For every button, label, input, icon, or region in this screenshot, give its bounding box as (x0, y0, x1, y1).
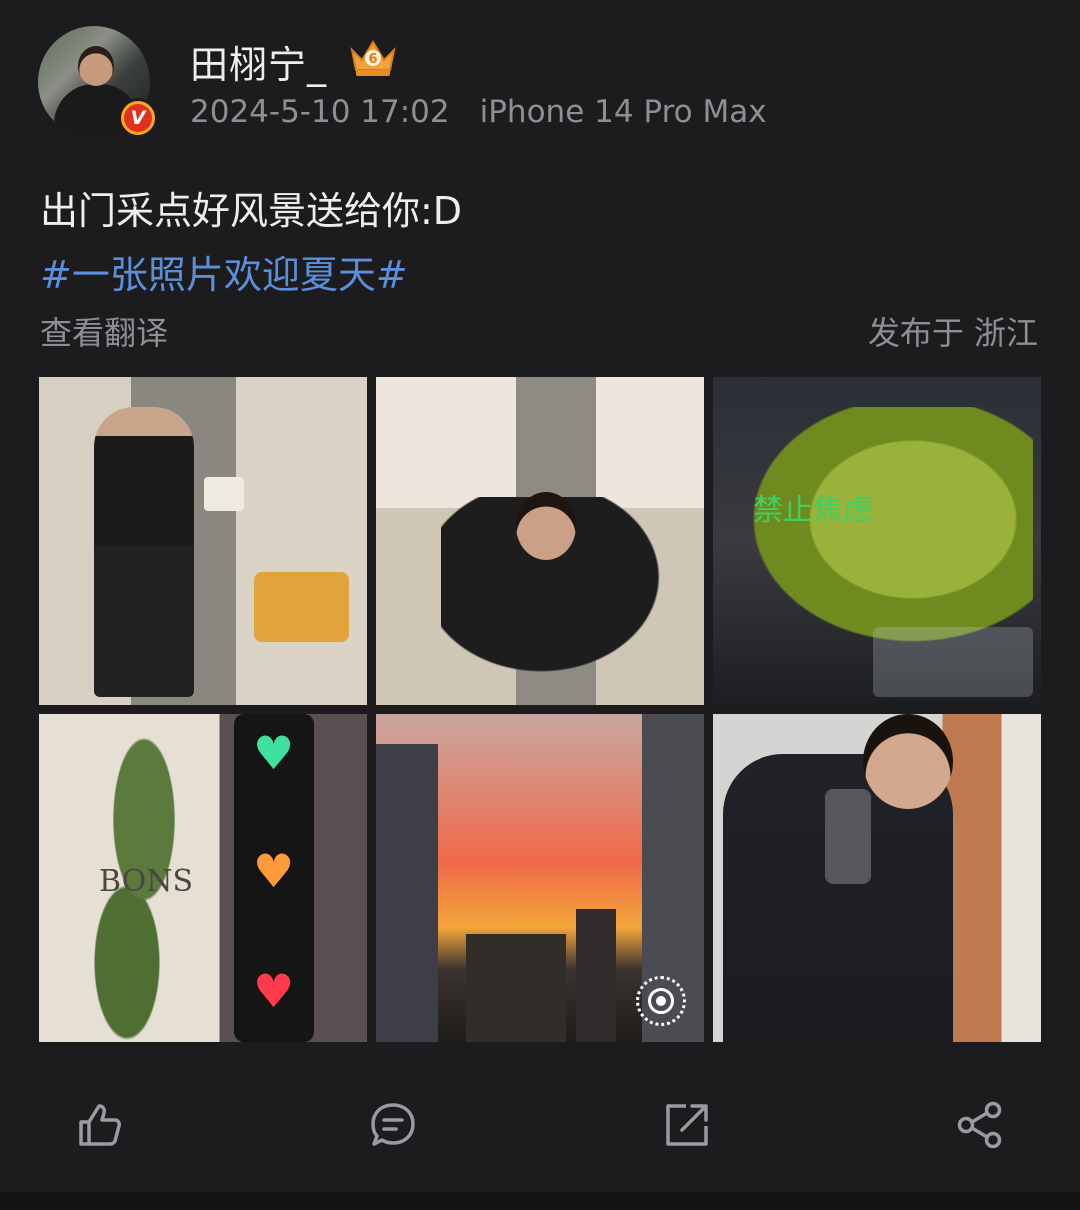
crown-rank-icon: 6 (350, 40, 396, 76)
photo-3[interactable]: 禁止焦虑 (713, 377, 1041, 705)
lamp-shape (204, 477, 244, 511)
photo-overlay-text: 禁止焦虑 (753, 493, 873, 528)
heart-light-red: ♥ (253, 964, 295, 1018)
post-timestamp: 2024-5-10 17:02 (190, 94, 450, 130)
author-name[interactable]: 田栩宁_ (190, 34, 327, 89)
photo-grid: 禁止焦虑 BONS ♥ ♥ ♥ (39, 377, 1041, 1042)
head-shape (863, 714, 953, 809)
building-shape (576, 909, 616, 1042)
sign-text: BONS (99, 864, 193, 899)
chair-shape (254, 572, 349, 642)
share-icon[interactable] (955, 1100, 1005, 1150)
translate-link[interactable]: 查看翻译 (40, 308, 168, 354)
bottom-edge (0, 1192, 1080, 1210)
heart-light-orange: ♥ (253, 844, 295, 898)
photo-2[interactable] (376, 377, 704, 705)
photo-1[interactable] (39, 377, 367, 705)
post-text: 出门采点好风景送给你:D (40, 189, 463, 233)
weibo-post: V 田栩宁_ 6 2024-5-10 17:02 iPhone 14 Pro Ma… (0, 0, 1080, 1210)
head-shape (516, 492, 576, 560)
post-location: 发布于 浙江 (867, 314, 1038, 352)
avatar-head (78, 46, 114, 86)
rank-level-text: 6 (368, 52, 377, 67)
phone-shape (825, 789, 871, 884)
photo-4[interactable]: BONS ♥ ♥ ♥ (39, 714, 367, 1042)
photo-5[interactable] (376, 714, 704, 1042)
post-meta: 2024-5-10 17:02 iPhone 14 Pro Max (190, 94, 767, 130)
live-photo-icon[interactable] (636, 976, 686, 1026)
verified-badge-letter: V (124, 104, 152, 132)
bananas-shape (733, 407, 1033, 657)
post-device: iPhone 14 Pro Max (479, 94, 767, 130)
vase-shape (873, 627, 1033, 697)
like-icon[interactable] (75, 1100, 125, 1150)
hashtag-link[interactable]: #一张照片欢迎夏天# (40, 244, 408, 299)
building-shape (376, 744, 438, 1042)
heart-light-green: ♥ (253, 726, 295, 780)
verified-icon: V (118, 98, 158, 138)
comment-icon[interactable] (368, 1100, 418, 1150)
photo-6[interactable] (713, 714, 1041, 1042)
building-shape (466, 934, 566, 1042)
action-bar (0, 1080, 1080, 1170)
repost-icon[interactable] (662, 1100, 712, 1150)
person-shape (94, 407, 194, 697)
